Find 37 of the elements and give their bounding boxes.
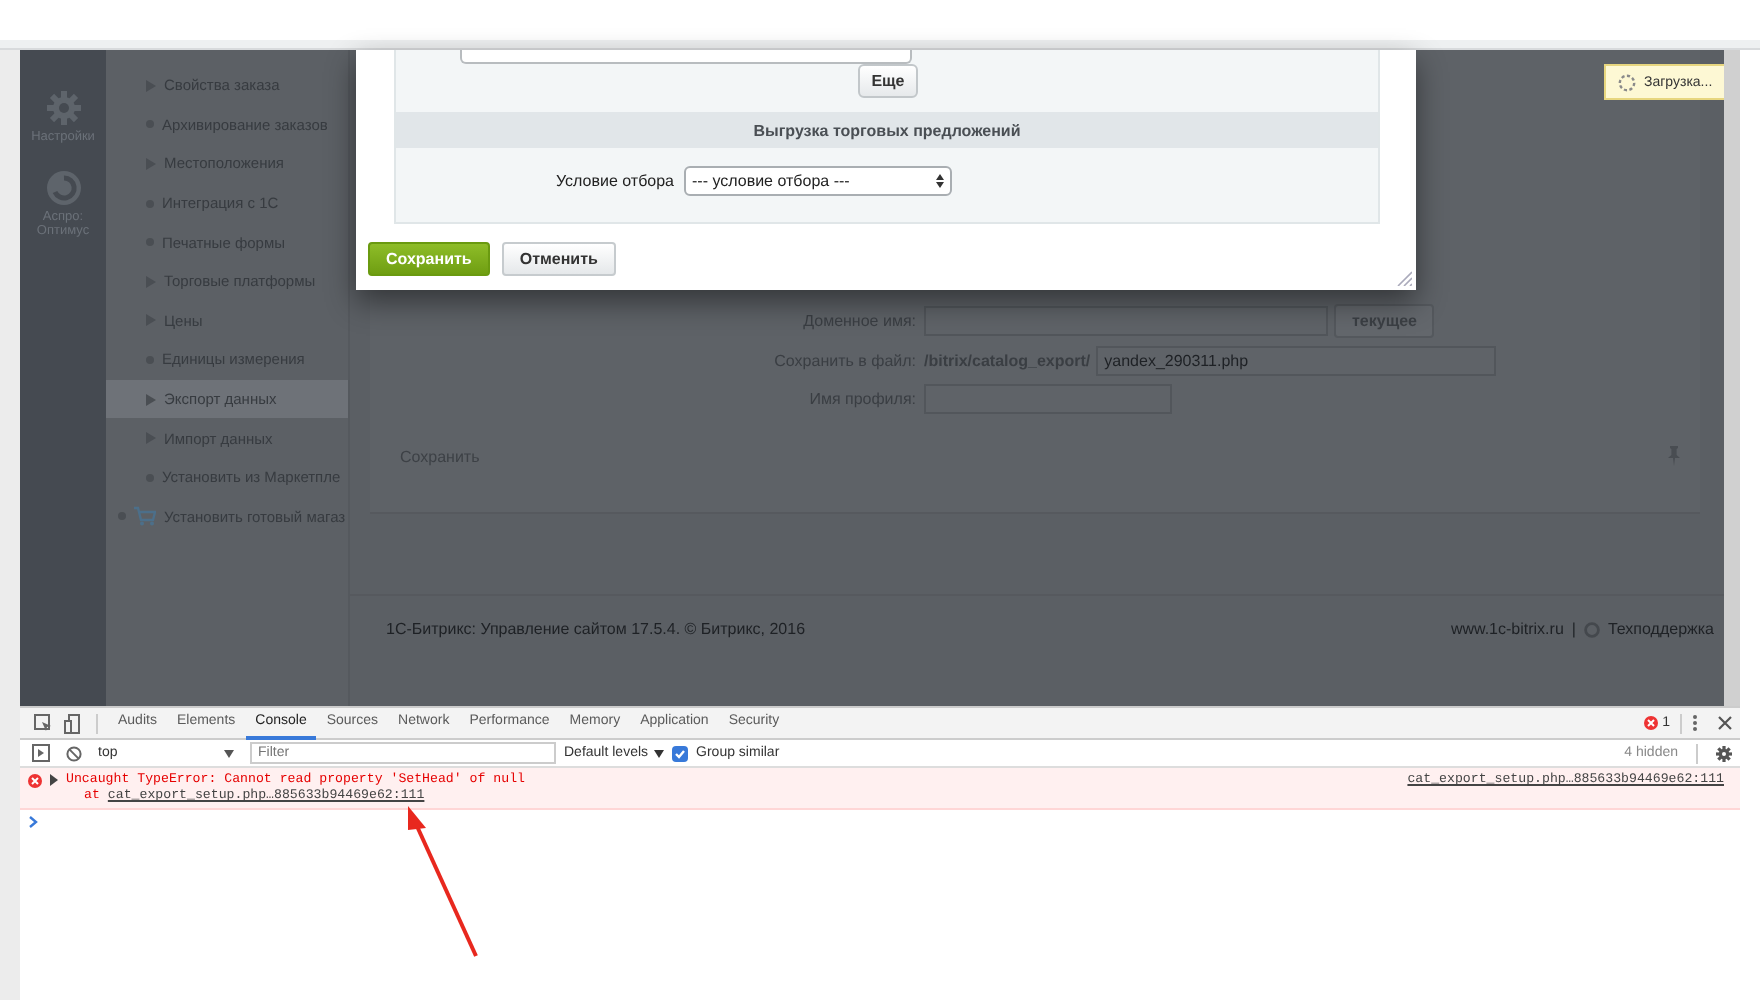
copyright-text: 1С-Битрикс: Управление сайтом 17.5.4. © Битрикс, 2016: [386, 620, 806, 638]
checkbox[interactable]: [672, 745, 689, 761]
section-header: Выгрузка торговых предложений: [396, 112, 1378, 148]
support-link[interactable]: Техподдержка: [1607, 620, 1714, 638]
stepper-icon: [936, 174, 944, 188]
clear-icon[interactable]: [66, 745, 82, 761]
triangle-icon[interactable]: [146, 393, 156, 406]
scrollbar[interactable]: [1724, 50, 1740, 706]
prompt-icon[interactable]: [28, 816, 38, 828]
expand-triangle-icon[interactable]: [48, 774, 60, 786]
more-button[interactable]: Еще: [858, 64, 918, 98]
condition-select[interactable]: --- условие отбора ---: [684, 166, 952, 196]
more-menu-icon[interactable]: [1692, 714, 1698, 732]
caret-icon: [654, 749, 665, 757]
lifebuoy-icon: [1583, 621, 1600, 637]
settings-icon[interactable]: [1716, 745, 1732, 761]
inspect-icon[interactable]: [34, 714, 52, 732]
gear-icon[interactable]: [45, 90, 81, 126]
cart-icon: [134, 506, 156, 527]
close-icon[interactable]: [1718, 716, 1732, 730]
error-icon[interactable]: [1644, 716, 1659, 730]
sidebar-toggle-icon[interactable]: [32, 744, 50, 762]
circular-arrow-icon[interactable]: [45, 169, 81, 206]
save-button[interactable]: Сохранить: [368, 242, 490, 276]
resize-grip-icon[interactable]: [1396, 270, 1412, 286]
filter-label: Условие отбора: [553, 172, 674, 190]
checkmark-icon: [674, 747, 687, 759]
spinner-icon: [1618, 73, 1636, 91]
select-field[interactable]: [460, 50, 912, 64]
cancel-button[interactable]: Отменить: [501, 242, 616, 276]
site-link[interactable]: www.1c-bitrix.ru: [1450, 620, 1564, 638]
separator: |: [1571, 620, 1576, 638]
file-name-field[interactable]: yandex_290311.php: [1096, 346, 1497, 376]
domain-field[interactable]: [924, 306, 1328, 336]
caret-icon: [224, 749, 234, 757]
device-icon[interactable]: [64, 713, 80, 733]
error-icon: [28, 773, 42, 787]
